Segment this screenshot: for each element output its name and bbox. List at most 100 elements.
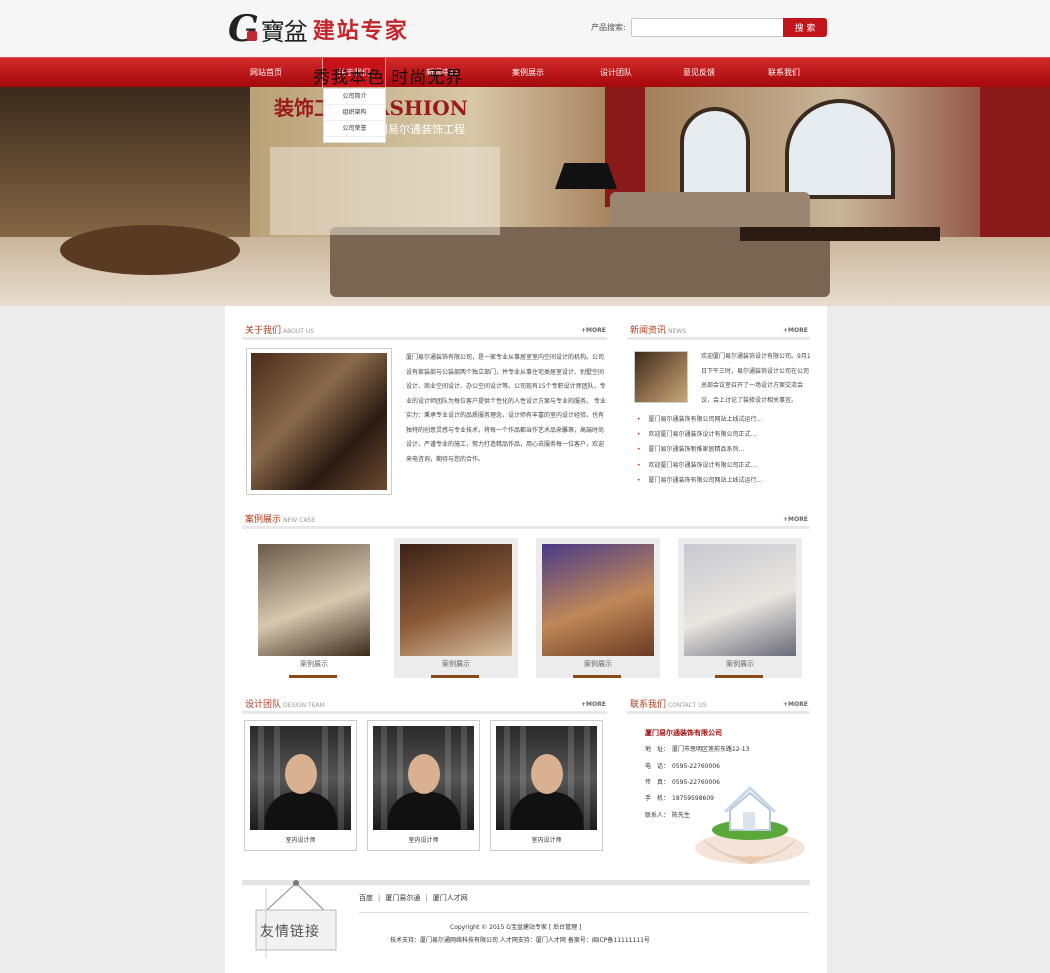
contact-person: 联系人： 陈先生 [645,812,691,819]
about-text: 厦门易尔通装饰有限公司，是一家专业从事居室室内空间设计的机构。公司设有家装部与公… [406,354,606,463]
case-underline [715,675,763,678]
about-title-en: ABOUT US [283,328,315,335]
cases-more-link[interactable]: +MORE [783,516,808,523]
site-logo[interactable]: G 寶盆 建站专家 [228,10,409,48]
banner-window [785,99,895,199]
nav-item-contact[interactable]: 联系我们 [752,58,816,88]
contact-company: 厦门易尔通装饰有限公司 [645,729,722,737]
nav-item-feedback[interactable]: 意见反馈 [667,58,731,88]
nav-item-home[interactable]: 网站首页 [234,58,298,88]
contact-title-cn: 联系我们 [630,700,667,710]
section-divider [242,526,810,529]
case-label[interactable]: 案例展示 [252,659,376,669]
team-member-photo[interactable] [250,726,351,830]
team-member-title: 室内设计师 [531,837,562,844]
news-intro: 欢迎厦门易尔通装饰设计有限公司。9月1日下午三时，易尔通装饰设计公司在公司总部会… [701,353,811,404]
friend-links-title: 友情链接 [260,924,320,940]
banner-window [680,107,750,202]
team-member-card[interactable]: 室内设计师 [490,720,603,851]
section-divider [627,337,810,340]
case-image[interactable] [258,544,370,656]
about-title-cn: 关于我们 [245,326,282,336]
team-member-title: 室内设计师 [408,837,439,844]
logo-seal-icon [246,31,257,41]
contact-address: 地 址： 厦门市思明区莲前东路12-13 [645,746,750,753]
team-member-photo[interactable] [373,726,474,830]
logo-slogan: 建站专家 [312,18,409,44]
banner-curtain [605,87,645,207]
dropdown-item[interactable]: 组织架构 [324,105,385,121]
case-label[interactable]: 案例展示 [678,659,802,669]
case-card[interactable]: 案例展示 [394,538,518,678]
news-item[interactable]: 欢迎厦门易尔通装饰设计有限公司正式... [637,427,817,442]
news-title-en: NEWS [668,328,687,335]
cases-title-cn: 案例展示 [245,515,282,525]
contact-section-title: 联系我们 CONTACT US [630,697,707,710]
news-item[interactable]: 厦门易尔通装饰有限公司网站上线试运行... [637,473,817,488]
case-image[interactable] [400,544,512,656]
search-label: 产品搜索: [591,23,626,32]
banner-table [740,227,940,241]
section-divider [627,711,810,714]
team-member-card[interactable]: 室内设计师 [367,720,480,851]
contact-more-link[interactable]: +MORE [783,701,808,708]
banner-headline: 秀我本色 时尚无界 [313,68,464,88]
hero-banner [0,87,1050,306]
case-underline [573,675,621,678]
case-label[interactable]: 案例展示 [536,659,660,669]
footer-link[interactable]: 厦门易尔通 [385,894,420,902]
footer-link[interactable]: 百度 [359,894,373,902]
banner-curtain [980,87,1050,237]
top-bar [0,0,1050,57]
search-input[interactable] [631,18,784,37]
dropdown-item[interactable]: 公司荣誉 [324,121,385,137]
team-member-card[interactable]: 室内设计师 [244,720,357,851]
about-section-title: 关于我们 ABOUT US [245,323,314,336]
news-item[interactable]: 厦门易尔通装饰新推家居精品系列... [637,442,817,457]
house-in-hands-icon [695,785,805,864]
logo-brand: 寶盆 [260,17,308,46]
logo-letter: G [228,8,259,50]
banner-text-panel [270,147,500,235]
news-section-title: 新闻资讯 NEWS [630,323,686,336]
dropdown-item[interactable]: 公司简介 [324,89,385,105]
case-label[interactable]: 案例展示 [394,659,518,669]
case-image[interactable] [684,544,796,656]
banner-lamp [555,163,617,189]
case-underline [289,675,337,678]
footer-links: 百度 | 厦门易尔通 | 厦门人才网 [359,894,468,902]
banner-rug [60,225,240,275]
case-underline [431,675,479,678]
friend-links-sign-icon [255,880,337,958]
team-title-cn: 设计团队 [245,700,282,710]
case-card[interactable]: 案例展示 [536,538,660,678]
footer-divider [359,912,809,913]
news-list: 厦门易尔通装饰有限公司网站上线试运行... 欢迎厦门易尔通装饰设计有限公司正式.… [637,412,817,488]
cases-title-en: NEW CASE [283,517,316,524]
about-more-link[interactable]: +MORE [581,327,606,334]
case-card[interactable]: 案例展示 [252,538,376,678]
team-section-title: 设计团队 DESIGN TEAM [245,697,325,710]
case-image[interactable] [542,544,654,656]
news-title-cn: 新闻资讯 [630,326,667,336]
copyright-text: Copyright © 2015 G宝盆建站专家 [ 后台管理 ] [450,924,582,931]
news-item[interactable]: 厦门易尔通装饰有限公司网站上线试运行... [637,412,817,427]
search-button[interactable]: 搜 索 [783,18,827,37]
nav-item-team[interactable]: 设计团队 [584,58,648,88]
team-title-en: DESIGN TEAM [283,702,325,709]
team-more-link[interactable]: +MORE [581,701,606,708]
news-item[interactable]: 欢迎厦门易尔通装饰设计有限公司正式... [637,458,817,473]
section-divider [242,337,607,340]
support-text: 技术支持：厦门易尔通网络科技有限公司 人才网支持：厦门人才网 备案号：闽ICP备… [390,937,650,944]
team-member-photo[interactable] [496,726,597,830]
nav-item-cases[interactable]: 案例展示 [496,58,560,88]
main-nav: 网站首页 关于我们 新闻中心 案例展示 设计团队 意见反馈 联系我们 [0,57,1050,89]
cases-section-title: 案例展示 NEW CASE [245,512,315,525]
news-more-link[interactable]: +MORE [783,327,808,334]
section-divider [242,711,607,714]
about-photo-frame [246,348,392,495]
case-card[interactable]: 案例展示 [678,538,802,678]
news-thumbnail[interactable] [634,351,688,403]
banner-wall [0,87,250,247]
footer-link[interactable]: 厦门人才网 [433,894,468,902]
